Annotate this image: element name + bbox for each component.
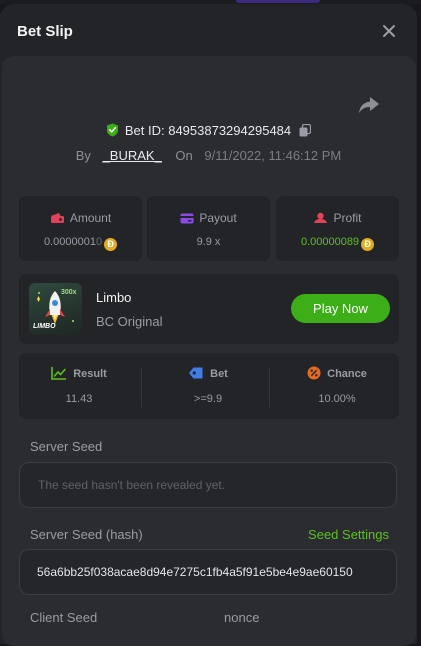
close-icon bbox=[383, 25, 395, 37]
server-seed-hash-value: 56a6bb25f038acae8d94e7275c1fb4a5f91e5be4… bbox=[37, 565, 353, 579]
bet-id-row: Bet ID: 84953873294295484 bbox=[0, 123, 417, 138]
payout-label: Payout bbox=[199, 211, 237, 225]
payout-card: Payout 9.9 x bbox=[147, 196, 270, 261]
divider bbox=[269, 367, 270, 407]
dogecoin-icon: Ð bbox=[361, 238, 375, 251]
bet-label-row: Bet bbox=[148, 366, 268, 380]
payout-value: 9.9 x bbox=[196, 236, 221, 248]
bet-tag-icon bbox=[189, 367, 203, 379]
chance-label: Chance bbox=[327, 368, 367, 380]
modal-title: Bet Slip bbox=[17, 23, 73, 40]
bet-meta-row: By _BURAK_ On 9/11/2022, 11:46:12 PM bbox=[0, 148, 417, 163]
server-seed-field: The seed hasn't been revealed yet. bbox=[19, 462, 397, 508]
profit-card: Profit 0.00000089 Ð bbox=[276, 196, 399, 261]
amount-value: 0.0000001 bbox=[43, 236, 96, 248]
username-link[interactable]: _BURAK_ bbox=[103, 148, 162, 163]
by-label: By bbox=[75, 148, 91, 163]
amount-label: Amount bbox=[69, 211, 112, 225]
server-seed-hash-field[interactable]: 56a6bb25f038acae8d94e7275c1fb4a5f91e5be4… bbox=[19, 549, 397, 595]
result-value: 11.43 bbox=[65, 393, 93, 405]
result-card: Result 11.43 Bet >=9.9 Chance 10.00% bbox=[19, 353, 399, 419]
bet-label: Bet bbox=[210, 368, 228, 380]
amount-value-row: 0.00000010 Ð bbox=[19, 236, 142, 251]
nonce-label: nonce bbox=[224, 610, 260, 625]
chance-label-row: Chance bbox=[277, 366, 397, 380]
chance-icon bbox=[307, 366, 321, 380]
thumb-badge: LIMBO bbox=[33, 323, 56, 330]
profit-icon bbox=[314, 212, 328, 223]
bet-date: 9/11/2022, 11:46:12 PM bbox=[204, 148, 342, 163]
game-thumbnail[interactable]: 300x LIMBO bbox=[29, 283, 82, 335]
share-icon bbox=[359, 97, 379, 113]
dogecoin-icon: Ð bbox=[104, 238, 118, 251]
server-seed-hash-label: Server Seed (hash) bbox=[30, 527, 143, 542]
game-card: 300x LIMBO Limbo BC Original Play Now bbox=[19, 274, 399, 344]
server-seed-label: Server Seed bbox=[30, 439, 103, 454]
bet-value: >=9.9 bbox=[193, 393, 223, 405]
background-topbar-accent bbox=[236, 0, 320, 3]
amount-card: Amount 0.00000010 Ð bbox=[19, 196, 142, 261]
thumb-multiplier: 300x bbox=[61, 289, 77, 296]
client-seed-label: Client Seed bbox=[30, 610, 98, 625]
profit-value-row: 0.00000089 Ð bbox=[276, 236, 399, 251]
bet-id-label: Bet ID: bbox=[124, 123, 165, 138]
bet-id-value: 84953873294295484 bbox=[168, 123, 292, 138]
on-label: On bbox=[175, 148, 193, 163]
result-label-row: Result bbox=[19, 366, 139, 380]
bet-column: Bet >=9.9 bbox=[148, 353, 268, 419]
server-seed-placeholder: The seed hasn't been revealed yet. bbox=[38, 478, 226, 492]
payout-label-row: Payout bbox=[147, 211, 270, 225]
shield-check-icon bbox=[106, 123, 118, 137]
result-column: Result 11.43 bbox=[19, 353, 139, 419]
payout-icon bbox=[180, 213, 194, 224]
amount-icon bbox=[50, 213, 64, 223]
copy-icon[interactable] bbox=[299, 124, 312, 137]
profit-value: 0.00000089 bbox=[300, 236, 360, 248]
result-label: Result bbox=[73, 368, 107, 380]
amount-label-row: Amount bbox=[19, 211, 142, 225]
chance-column: Chance 10.00% bbox=[277, 353, 397, 419]
game-provider: BC Original bbox=[96, 314, 163, 329]
profit-label-row: Profit bbox=[276, 211, 399, 225]
chance-value: 10.00% bbox=[318, 393, 356, 405]
play-now-button[interactable]: Play Now bbox=[291, 294, 390, 323]
close-button[interactable] bbox=[380, 22, 398, 40]
seed-settings-link[interactable]: Seed Settings bbox=[308, 527, 389, 542]
profit-label: Profit bbox=[333, 211, 362, 225]
result-icon bbox=[51, 367, 67, 380]
divider bbox=[141, 367, 142, 407]
amount-value-faded: 0 bbox=[95, 236, 103, 248]
game-name: Limbo bbox=[96, 290, 132, 305]
share-button[interactable] bbox=[356, 94, 382, 116]
